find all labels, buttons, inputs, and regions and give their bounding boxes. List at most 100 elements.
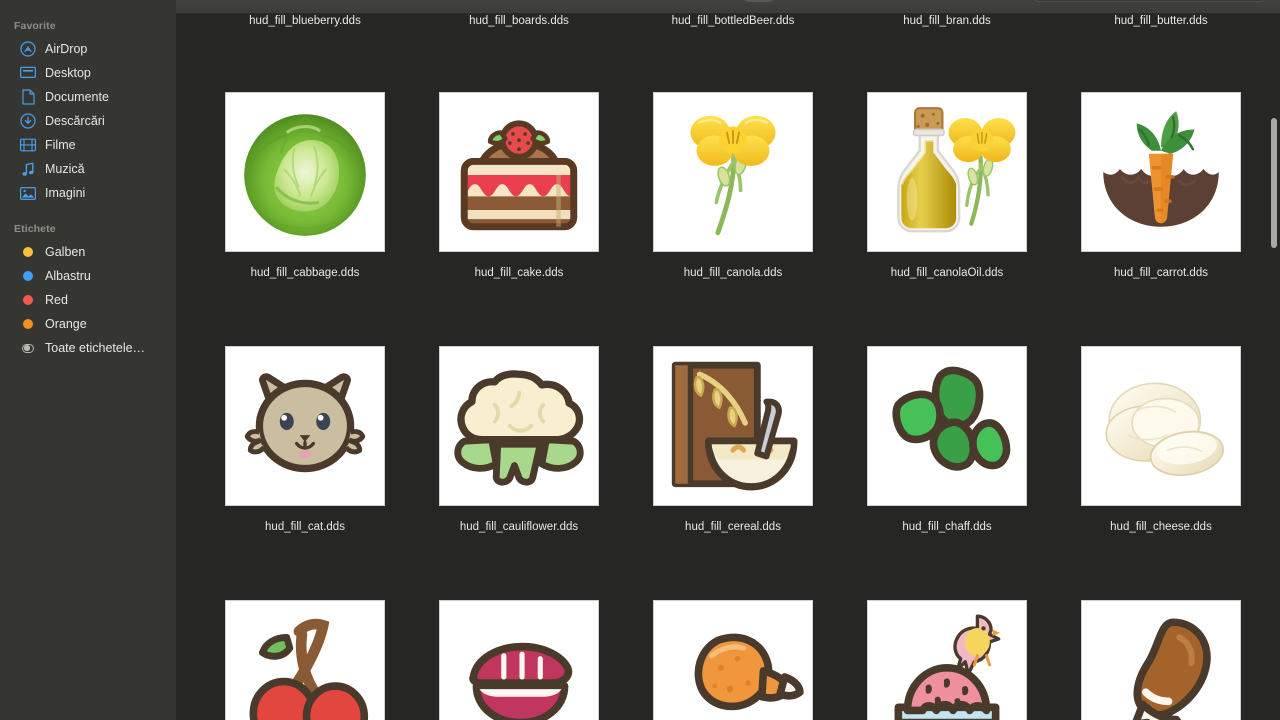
file-thumbnail-cherries: [225, 600, 385, 720]
file-name: hud_fill_cake.dds: [474, 267, 564, 279]
action-button[interactable]: [986, 0, 1016, 2]
file-name: hud_fill_cabbage.dds: [250, 267, 360, 279]
file-thumbnail-chicken-feed: [867, 600, 1027, 720]
file-item[interactable]: hud_fill_cabbage.dds: [198, 92, 412, 280]
sidebar-item-all-tags[interactable]: Toate etichetele…: [6, 336, 168, 360]
sidebar-item-tag-yellow[interactable]: Galben: [6, 240, 168, 264]
file-item[interactable]: hud_fill_bran.dds: [840, 14, 1054, 40]
sidebar-item-documents[interactable]: Documente: [6, 85, 168, 109]
sidebar-item-tag-red[interactable]: Red: [6, 288, 168, 312]
sidebar-item-tag-blue[interactable]: Albastru: [6, 264, 168, 288]
sidebar-item-downloads[interactable]: Descărcări: [6, 109, 168, 133]
sidebar-item-label: Albastru: [45, 269, 91, 283]
content-area: hud_fill_blueberry.dds hud_fill_boards.d…: [176, 0, 1280, 720]
file-item[interactable]: hud_fill_boards.dds: [412, 14, 626, 40]
file-item[interactable]: hud_fill_bottledBeer.dds: [626, 14, 840, 40]
tag-dot-icon: [20, 292, 36, 308]
sidebar-item-label: AirDrop: [45, 42, 88, 56]
desktop-icon: [20, 65, 36, 81]
column-view-button[interactable]: [804, 0, 834, 2]
sidebar: Favorite AirDrop Desktop Documente Descă…: [0, 0, 176, 720]
sidebar-item-label: Toate etichetele…: [45, 341, 146, 355]
file-name: hud_fill_cauliflower.dds: [459, 521, 579, 533]
sidebar-item-label: Galben: [45, 245, 86, 259]
file-name: hud_fill_blueberry.dds: [249, 15, 361, 27]
file-name: hud_fill_chaff.dds: [902, 521, 992, 533]
file-name: hud_fill_cheese.dds: [1110, 521, 1212, 533]
sidebar-item-label: Imagini: [45, 186, 86, 200]
file-item[interactable]: hud_fill_carrot.dds: [1054, 92, 1268, 280]
file-item[interactable]: hud_fill_cat.dds: [198, 346, 412, 534]
file-name: hud_fill_canolaOil.dds: [890, 267, 1004, 279]
tag-dot-icon: [20, 268, 36, 284]
file-name: hud_fill_boards.dds: [469, 15, 569, 27]
file-thumbnail-cat: [225, 346, 385, 506]
file-name: hud_fill_bottledBeer.dds: [671, 15, 795, 27]
file-item[interactable]: hud_fill_cauliflower.dds: [412, 346, 626, 534]
file-thumbnail-drumstick: [1081, 600, 1241, 720]
file-thumbnail-canola-oil: [867, 92, 1027, 252]
sidebar-item-label: Muzică: [45, 162, 85, 176]
vertical-scrollbar[interactable]: [1271, 118, 1277, 248]
file-item[interactable]: hud_fill_butter.dds: [1054, 14, 1268, 40]
movies-icon: [20, 137, 36, 153]
downloads-icon: [20, 113, 36, 129]
group-by-button[interactable]: [880, 0, 910, 2]
file-name: hud_fill_carrot.dds: [1114, 267, 1208, 279]
sidebar-item-label: Desktop: [45, 66, 91, 80]
file-thumbnail-cabbage: [225, 92, 385, 252]
file-item[interactable]: [840, 600, 1054, 720]
file-thumbnail-carrot: [1081, 92, 1241, 252]
file-thumbnail-canola: [653, 92, 813, 252]
sidebar-item-label: Orange: [45, 317, 87, 331]
sidebar-item-movies[interactable]: Filme: [6, 133, 168, 157]
tags-button[interactable]: [956, 0, 986, 2]
document-icon: [20, 89, 36, 105]
sidebar-item-label: Descărcări: [45, 114, 105, 128]
file-name: hud_fill_cat.dds: [265, 521, 345, 533]
file-grid-scroll[interactable]: hud_fill_blueberry.dds hud_fill_boards.d…: [176, 0, 1280, 720]
toolbar: hud: [176, 0, 1280, 14]
file-name: hud_fill_bran.dds: [903, 15, 991, 27]
view-mode-group: [744, 0, 864, 2]
file-item[interactable]: hud_fill_canola.dds: [626, 92, 840, 280]
sidebar-item-label: Red: [45, 293, 68, 307]
file-name: hud_fill_canola.dds: [683, 267, 783, 279]
sidebar-item-desktop[interactable]: Desktop: [6, 61, 168, 85]
file-item[interactable]: [626, 600, 840, 720]
sidebar-item-pictures[interactable]: Imagini: [6, 181, 168, 205]
file-thumbnail-chicken-meat: [439, 600, 599, 720]
share-button[interactable]: [926, 0, 956, 2]
search-input[interactable]: Căutare: [1034, 0, 1266, 2]
sidebar-item-label: Documente: [45, 90, 109, 104]
all-tags-icon: [20, 340, 36, 356]
pictures-icon: [20, 185, 36, 201]
file-item[interactable]: [1054, 600, 1268, 720]
sidebar-item-airdrop[interactable]: AirDrop: [6, 37, 168, 61]
file-item[interactable]: hud_fill_cereal.dds: [626, 346, 840, 534]
file-grid: hud_fill_blueberry.dds hud_fill_boards.d…: [176, 14, 1280, 720]
sidebar-item-tag-orange[interactable]: Orange: [6, 312, 168, 336]
file-thumbnail-cake: [439, 92, 599, 252]
gallery-view-button[interactable]: [834, 0, 864, 2]
file-item[interactable]: [198, 600, 412, 720]
file-thumbnail-fried-chicken: [653, 600, 813, 720]
file-thumbnail-cauliflower: [439, 346, 599, 506]
list-view-button[interactable]: [774, 0, 804, 2]
file-item[interactable]: [412, 600, 626, 720]
file-item[interactable]: hud_fill_cake.dds: [412, 92, 626, 280]
file-item[interactable]: hud_fill_blueberry.dds: [198, 14, 412, 40]
file-item[interactable]: hud_fill_cheese.dds: [1054, 346, 1268, 534]
sidebar-item-label: Filme: [45, 138, 76, 152]
music-icon: [20, 161, 36, 177]
airdrop-icon: [20, 41, 36, 57]
file-item[interactable]: hud_fill_chaff.dds: [840, 346, 1054, 534]
file-thumbnail-chaff: [867, 346, 1027, 506]
icon-view-button[interactable]: [744, 0, 774, 2]
finder-window: Favorite AirDrop Desktop Documente Descă…: [0, 0, 1280, 720]
file-name: hud_fill_cereal.dds: [685, 521, 781, 533]
file-item[interactable]: hud_fill_canolaOil.dds: [840, 92, 1054, 280]
sidebar-item-music[interactable]: Muzică: [6, 157, 168, 181]
sidebar-section-favorites-title: Favorite: [14, 20, 56, 32]
file-name: hud_fill_butter.dds: [1114, 15, 1208, 27]
